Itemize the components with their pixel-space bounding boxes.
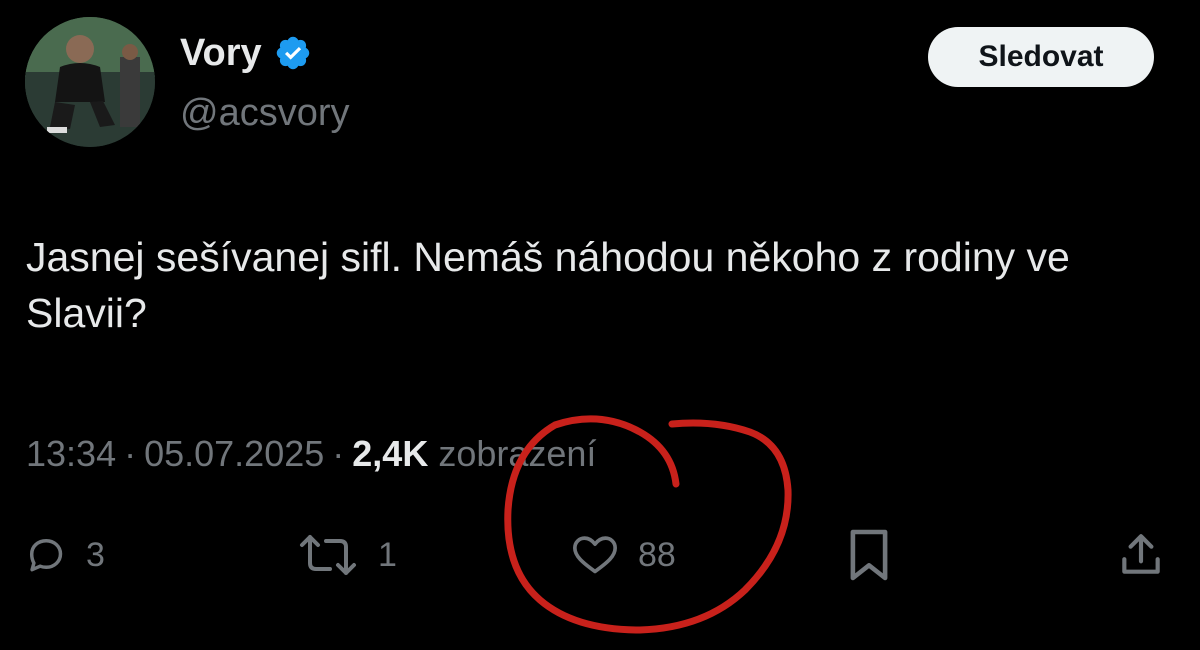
- bookmark-icon: [850, 529, 888, 581]
- tweet-time[interactable]: 13:34: [26, 436, 116, 472]
- author-name-row: Vory: [180, 34, 312, 72]
- tweet-date[interactable]: 05.07.2025: [144, 436, 324, 472]
- verified-badge-icon: [274, 34, 312, 72]
- views-label: zobrazení: [438, 433, 597, 474]
- avatar-photo: [25, 17, 155, 147]
- meta-separator: ·: [124, 433, 137, 474]
- share-button[interactable]: [1116, 520, 1166, 590]
- like-button[interactable]: 88: [570, 520, 676, 590]
- retweet-count: 1: [378, 535, 397, 574]
- tweet-meta: 13:34 · 05.07.2025 · 2,4K zobrazení: [26, 436, 596, 472]
- like-heart-icon: [572, 536, 617, 574]
- share-icon: [1122, 534, 1160, 574]
- retweet-icon: [300, 535, 356, 575]
- retweet-button[interactable]: 1: [296, 520, 397, 590]
- author-handle[interactable]: @acsvory: [180, 94, 350, 132]
- views-count: 2,4K: [352, 433, 429, 474]
- avatar[interactable]: [25, 17, 155, 147]
- author-display-name[interactable]: Vory: [180, 34, 262, 72]
- like-count: 88: [638, 535, 676, 574]
- tweet-action-bar: 3 1 88: [0, 520, 1200, 590]
- meta-separator: ·: [332, 433, 345, 474]
- reply-count: 3: [86, 535, 105, 574]
- reply-icon: [29, 538, 63, 572]
- reply-button[interactable]: 3: [24, 520, 105, 590]
- follow-button[interactable]: Sledovat: [928, 27, 1154, 87]
- bookmark-button[interactable]: [846, 520, 892, 590]
- tweet-text: Jasnej sešívanej sifl. Nemáš náhodou něk…: [26, 234, 1070, 336]
